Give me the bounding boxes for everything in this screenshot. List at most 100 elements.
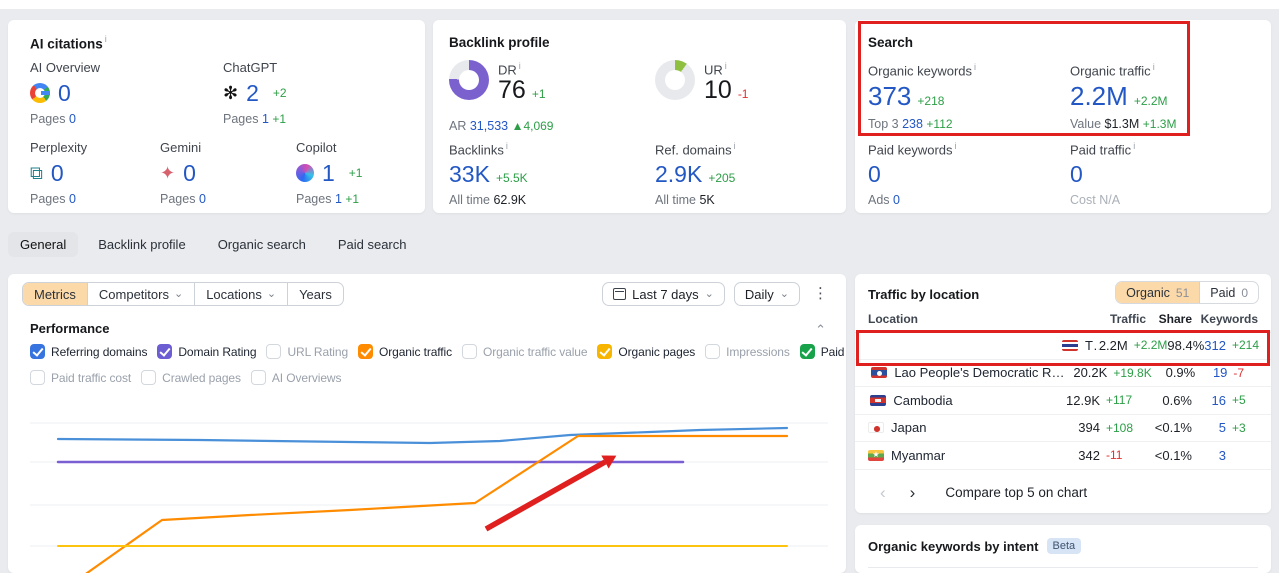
ref-domains-block: Ref. domains i 2.9K +205 All time 5K bbox=[655, 141, 736, 208]
ahrefs-rank-row: AR 31,533 ▲4,069 bbox=[449, 119, 554, 133]
paid-keywords-value[interactable]: 0 bbox=[868, 161, 881, 187]
ur-value: 10 bbox=[704, 76, 732, 105]
flag-thailand-icon bbox=[1061, 339, 1078, 351]
paid-traffic-block: Paid traffic i 0 Cost N/A bbox=[1070, 141, 1136, 208]
metric-organic-traffic[interactable]: Organic traffic bbox=[358, 344, 452, 359]
organic-paid-toggle: Organic 51 Paid 0 bbox=[1115, 281, 1259, 304]
metric-ai-overviews[interactable]: AI Overviews bbox=[250, 370, 341, 385]
info-icon[interactable]: i bbox=[1133, 141, 1135, 151]
info-icon[interactable]: i bbox=[506, 141, 508, 151]
checkbox-unchecked-icon bbox=[30, 370, 45, 385]
location-table-body: Thailand 2.2M +2.2M 98.4% 312 +214 Lao P… bbox=[855, 332, 1271, 470]
checkbox-unchecked-icon bbox=[141, 370, 157, 385]
metric-url-rating[interactable]: URL Rating bbox=[266, 344, 348, 359]
ai-citation-chatgpt: ChatGPT ✻ 2 +2 Pages 1 +1 bbox=[223, 60, 287, 126]
ar-value[interactable]: 31,533 bbox=[470, 119, 508, 133]
toggle-paid[interactable]: Paid 0 bbox=[1199, 282, 1258, 303]
table-row-laos[interactable]: Lao People's Democratic Reput 20.2K +19.… bbox=[855, 360, 1271, 387]
info-icon[interactable]: i bbox=[955, 141, 957, 151]
info-icon[interactable]: i bbox=[725, 61, 727, 71]
segment-competitors[interactable]: Competitors ⌄ bbox=[86, 283, 194, 305]
pages-count[interactable]: 1 bbox=[262, 112, 269, 126]
metric-paid-traffic-cost[interactable]: Paid traffic cost bbox=[30, 370, 131, 385]
checkbox-checked-icon bbox=[597, 344, 613, 359]
ur-donut bbox=[655, 60, 695, 100]
performance-chart[interactable] bbox=[8, 388, 846, 573]
toggle-organic[interactable]: Organic 51 bbox=[1116, 282, 1200, 303]
metric-organic-traffic-value[interactable]: Organic traffic value bbox=[462, 344, 588, 359]
backlink-profile-title: Backlink profile bbox=[449, 35, 550, 50]
metric-paid-traffic[interactable]: Paid traffic bbox=[799, 344, 846, 359]
top3-value[interactable]: 238 bbox=[902, 117, 923, 131]
flag-laos-icon bbox=[871, 367, 888, 379]
overview-tabs: General Backlink profile Organic search … bbox=[8, 232, 419, 257]
info-icon[interactable]: i bbox=[1153, 62, 1155, 72]
tab-backlink-profile[interactable]: Backlink profile bbox=[86, 232, 197, 257]
keywords-by-intent-panel: Organic keywords by intent Beta bbox=[855, 525, 1271, 573]
metric-domain-rating[interactable]: Domain Rating bbox=[157, 344, 257, 359]
flag-cambodia-icon bbox=[870, 394, 887, 406]
info-icon[interactable]: i bbox=[519, 61, 521, 71]
site-overview-dashboard: AI citations i AI Overview 0 Pages 0 Chat… bbox=[0, 0, 1279, 573]
organic-keywords-value[interactable]: 373 bbox=[868, 82, 911, 110]
tab-paid-search[interactable]: Paid search bbox=[326, 232, 419, 257]
info-icon[interactable]: i bbox=[974, 62, 976, 72]
tab-general[interactable]: General bbox=[8, 232, 79, 257]
prev-page-icon[interactable]: ‹ bbox=[868, 484, 898, 501]
checkbox-unchecked-icon bbox=[705, 344, 721, 359]
flag-myanmar-icon: ★ bbox=[868, 449, 884, 461]
segment-years[interactable]: Years bbox=[287, 283, 343, 305]
ref-domains-value[interactable]: 2.9K bbox=[655, 161, 702, 187]
organic-traffic-block: Organic traffic i 2.2M +2.2M Value $1.3M +… bbox=[1070, 62, 1177, 132]
kebab-menu-icon[interactable]: ⋮ bbox=[809, 282, 832, 306]
gemini-count[interactable]: 0 bbox=[183, 160, 196, 186]
checkbox-checked-icon bbox=[358, 344, 374, 359]
segment-metrics[interactable]: Metrics bbox=[23, 283, 87, 305]
perplexity-count[interactable]: 0 bbox=[51, 160, 64, 186]
info-icon[interactable]: i bbox=[105, 34, 107, 44]
copilot-icon bbox=[296, 164, 314, 182]
metric-referring-domains[interactable]: Referring domains bbox=[30, 344, 147, 359]
backlinks-value[interactable]: 33K bbox=[449, 161, 490, 187]
keywords-link[interactable]: 312 bbox=[1204, 338, 1226, 353]
divider bbox=[868, 567, 1258, 568]
granularity-button[interactable]: Daily ⌄ bbox=[733, 282, 800, 306]
metric-organic-pages[interactable]: Organic pages bbox=[597, 344, 695, 359]
ai-overview-count[interactable]: 0 bbox=[58, 80, 71, 106]
google-icon bbox=[30, 83, 50, 103]
compare-top5-link[interactable]: Compare top 5 on chart bbox=[945, 485, 1087, 500]
keywords-link[interactable]: 3 bbox=[1192, 448, 1226, 463]
metric-impressions[interactable]: Impressions bbox=[705, 344, 790, 359]
checkbox-checked-icon bbox=[30, 344, 45, 359]
keywords-link[interactable]: 16 bbox=[1192, 393, 1226, 408]
copilot-count[interactable]: 1 bbox=[322, 160, 335, 186]
pages-count[interactable]: 0 bbox=[69, 112, 76, 126]
table-row-cambodia[interactable]: Cambodia 12.9K +117 0.6% 16 +5 bbox=[855, 387, 1271, 415]
date-range-button[interactable]: Last 7 days ⌄ bbox=[602, 282, 725, 306]
table-row-japan[interactable]: Japan 394 +108 <0.1% 5 +3 bbox=[855, 415, 1271, 442]
chevron-down-icon: ⌄ bbox=[266, 287, 277, 300]
checkbox-checked-icon bbox=[157, 344, 173, 359]
info-icon[interactable]: i bbox=[734, 141, 736, 151]
pages-count[interactable]: 0 bbox=[69, 192, 76, 206]
checkbox-checked-icon bbox=[799, 344, 815, 359]
table-row-myanmar[interactable]: ★ Myanmar 342 -11 <0.1% 3 bbox=[855, 442, 1271, 470]
table-row-thailand[interactable]: Thailand 2.2M +2.2M 98.4% 312 +214 bbox=[855, 332, 1271, 360]
metric-crawled-pages[interactable]: Crawled pages bbox=[141, 370, 241, 385]
chatgpt-count[interactable]: 2 bbox=[246, 80, 259, 106]
collapse-section-icon[interactable]: ⌃ bbox=[815, 322, 826, 338]
keywords-link[interactable]: 19 bbox=[1195, 365, 1227, 380]
segment-locations[interactable]: Locations ⌄ bbox=[194, 283, 287, 305]
keywords-link[interactable]: 5 bbox=[1192, 420, 1226, 435]
paid-traffic-value[interactable]: 0 bbox=[1070, 161, 1083, 187]
location-pager: ‹ › Compare top 5 on chart bbox=[855, 474, 1271, 510]
pages-count[interactable]: 0 bbox=[199, 192, 206, 206]
calendar-icon bbox=[613, 288, 627, 300]
next-page-icon[interactable]: › bbox=[898, 484, 928, 501]
performance-title: Performance bbox=[30, 321, 110, 336]
search-card: Search Organic keywords i 373 +218 Top 3 2… bbox=[855, 20, 1271, 213]
organic-traffic-value[interactable]: 2.2M bbox=[1070, 82, 1128, 110]
tab-organic-search[interactable]: Organic search bbox=[206, 232, 318, 257]
pages-count[interactable]: 1 bbox=[335, 192, 342, 206]
chevron-down-icon: ⌄ bbox=[704, 287, 714, 300]
